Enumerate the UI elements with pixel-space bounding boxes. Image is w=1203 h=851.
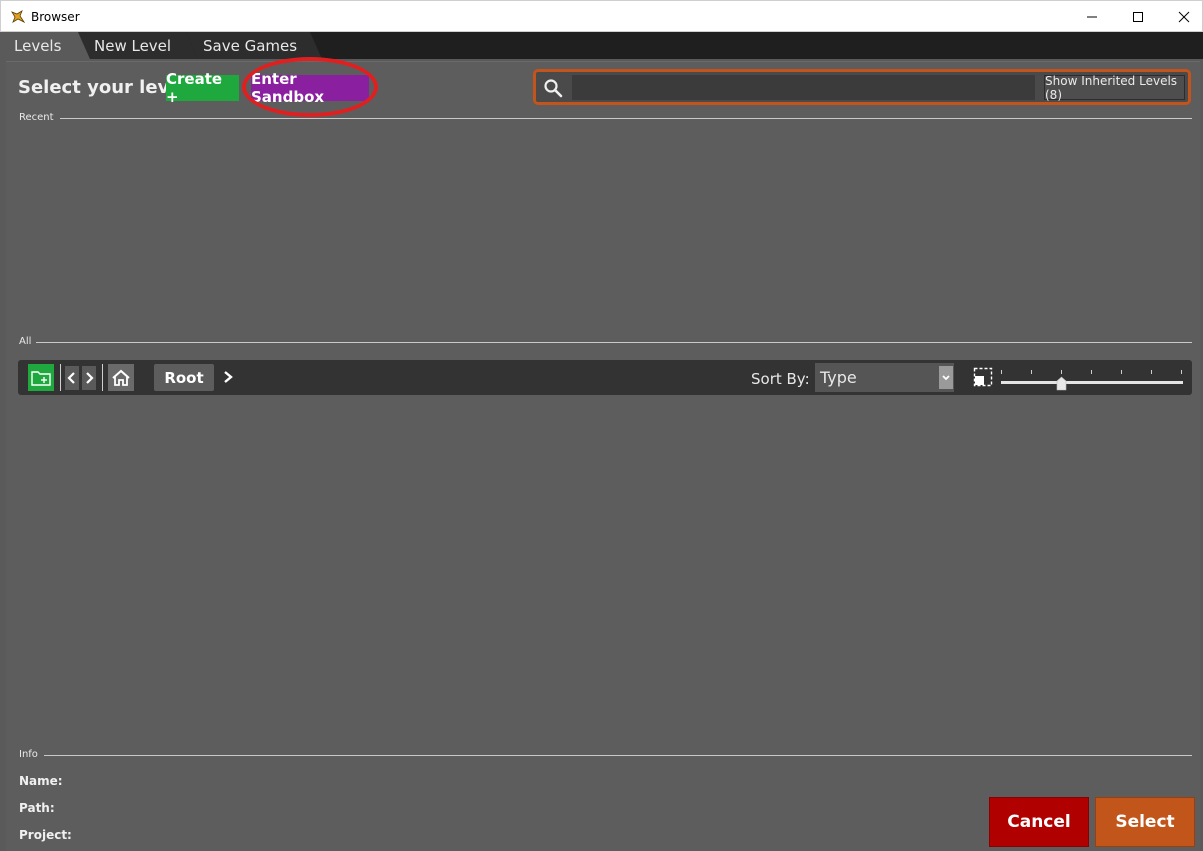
add-folder-icon bbox=[31, 370, 51, 386]
search-bar: Show Inherited Levels (8) bbox=[533, 69, 1191, 105]
sort-by-value: Type bbox=[820, 368, 857, 387]
search-input[interactable] bbox=[572, 75, 1035, 100]
forward-button[interactable] bbox=[82, 366, 96, 390]
home-button[interactable] bbox=[108, 364, 134, 391]
chevron-right-icon bbox=[86, 372, 94, 384]
slider-tick bbox=[1121, 370, 1122, 374]
info-path-label: Path: bbox=[19, 801, 55, 815]
cancel-button[interactable]: Cancel bbox=[989, 797, 1089, 847]
info-project-label: Project: bbox=[19, 828, 72, 842]
slider-tick bbox=[1031, 370, 1032, 374]
tab-bar: Save Games New Level Levels bbox=[0, 32, 1203, 59]
close-icon bbox=[1178, 11, 1190, 22]
slider-track bbox=[1001, 381, 1183, 384]
show-inherited-levels-button[interactable]: Show Inherited Levels (8) bbox=[1044, 74, 1185, 102]
slider-thumb[interactable] bbox=[1056, 376, 1067, 391]
toolbar-divider bbox=[102, 364, 103, 391]
browser-toolbar: Root Sort By: Type bbox=[18, 360, 1192, 395]
maximize-icon bbox=[1133, 11, 1143, 22]
chevron-left-icon bbox=[67, 372, 75, 384]
window-title: Browser bbox=[31, 10, 80, 24]
close-button[interactable] bbox=[1161, 1, 1203, 32]
minimize-icon bbox=[1087, 16, 1097, 17]
app-icon bbox=[11, 10, 25, 23]
window-titlebar: Browser bbox=[0, 0, 1203, 32]
slider-tick bbox=[1091, 370, 1092, 374]
thumbnail-size-icon bbox=[973, 367, 993, 387]
sort-by-select[interactable]: Type bbox=[815, 363, 954, 392]
minimize-button[interactable] bbox=[1069, 1, 1115, 32]
breadcrumb-root[interactable]: Root bbox=[154, 364, 214, 391]
chevron-down-icon[interactable] bbox=[939, 366, 953, 389]
slider-tick bbox=[1061, 370, 1062, 374]
info-divider bbox=[44, 755, 1192, 756]
slider-tick bbox=[1151, 370, 1152, 374]
home-icon bbox=[112, 369, 130, 386]
tab-save-games[interactable]: Save Games bbox=[186, 32, 322, 59]
page-title: Select your level bbox=[18, 77, 188, 98]
select-button[interactable]: Select bbox=[1095, 797, 1195, 847]
recent-divider bbox=[60, 118, 1192, 119]
info-section-label: Info bbox=[19, 749, 38, 760]
all-section-label: All bbox=[19, 336, 32, 347]
slider-tick bbox=[1181, 370, 1182, 374]
search-icon bbox=[544, 79, 563, 98]
all-divider bbox=[36, 342, 1192, 343]
breadcrumb-chevron-icon[interactable] bbox=[221, 369, 235, 385]
back-button[interactable] bbox=[65, 366, 79, 390]
thumbnail-size-slider[interactable] bbox=[1001, 366, 1183, 391]
highlight-ellipse bbox=[242, 57, 378, 117]
slider-tick bbox=[1001, 370, 1002, 374]
tab-new-level[interactable]: New Level bbox=[78, 32, 198, 59]
levels-panel bbox=[6, 61, 1200, 851]
maximize-button[interactable] bbox=[1115, 1, 1161, 32]
toolbar-divider bbox=[60, 364, 61, 391]
info-name-label: Name: bbox=[19, 774, 63, 788]
create-button[interactable]: Create + bbox=[166, 70, 239, 106]
recent-section-label: Recent bbox=[19, 112, 54, 123]
tab-levels[interactable]: Levels bbox=[0, 32, 90, 59]
new-folder-button[interactable] bbox=[28, 364, 54, 391]
sort-by-label: Sort By: bbox=[751, 370, 810, 388]
